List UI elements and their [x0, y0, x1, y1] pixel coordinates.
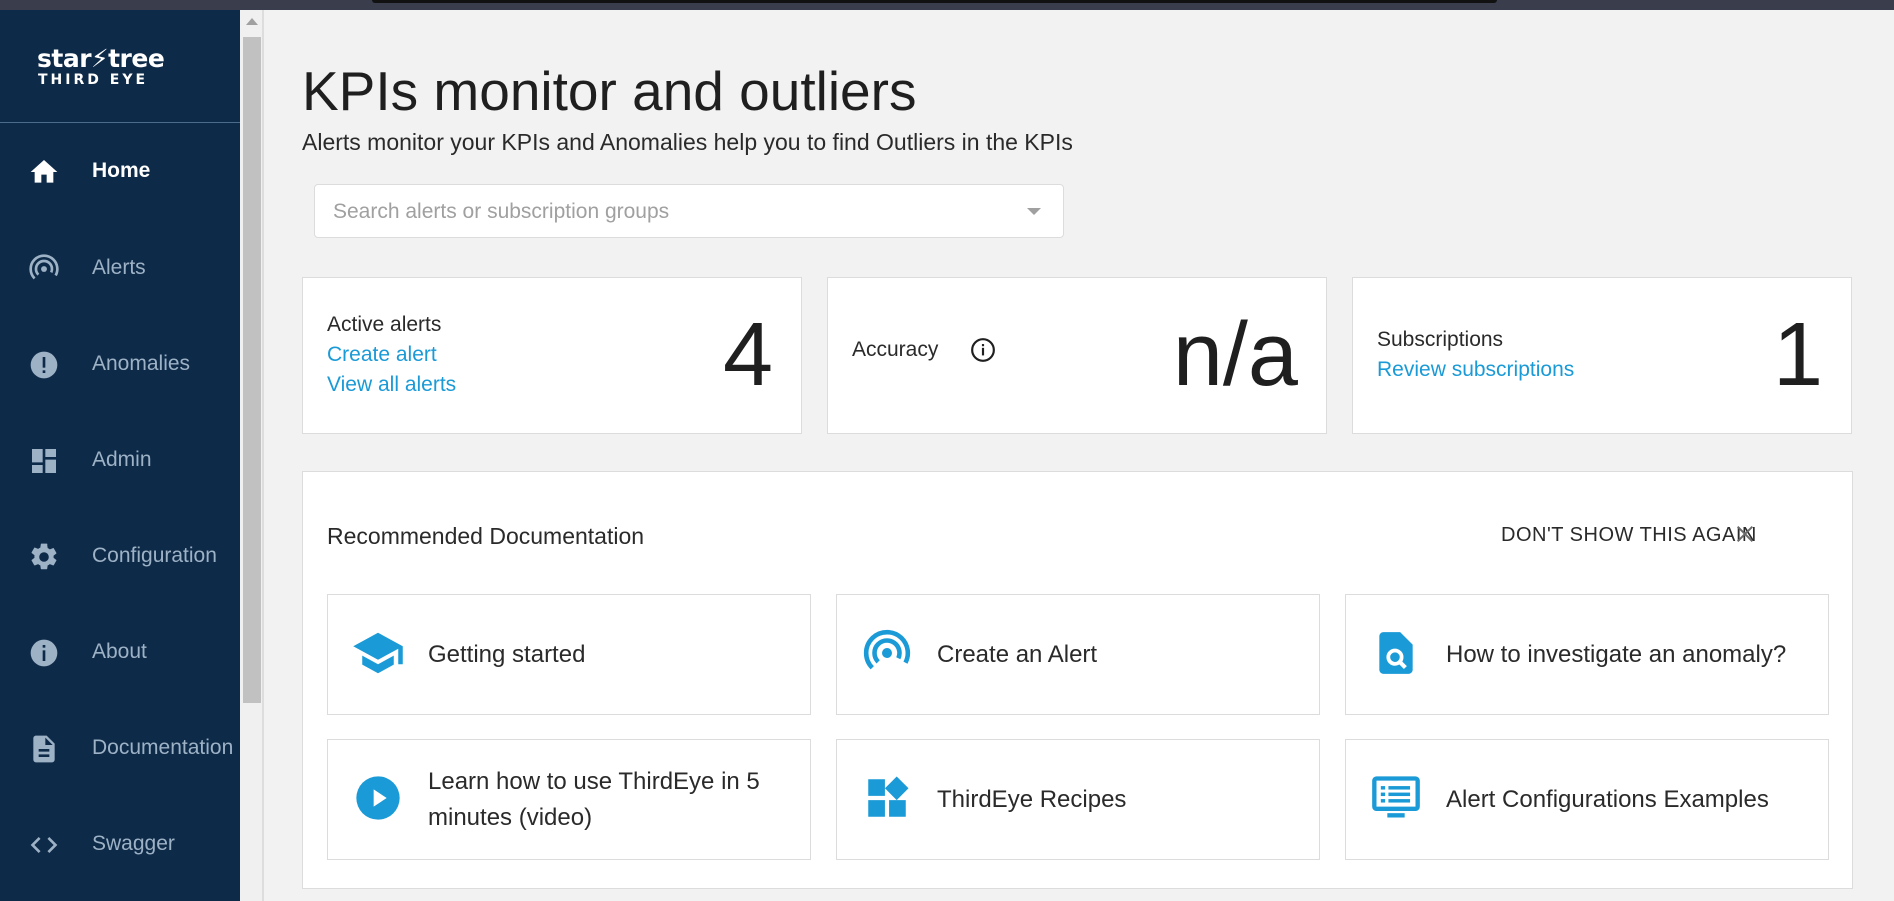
home-icon	[28, 156, 60, 188]
play-circle-icon	[350, 770, 406, 826]
doc-card-label: Getting started	[428, 640, 586, 668]
sidebar-item-home[interactable]: Home	[0, 140, 240, 200]
info-icon	[28, 637, 60, 669]
admin-icon	[28, 445, 60, 477]
doc-card-investigate-anomaly[interactable]: How to investigate an anomaly?	[1345, 594, 1829, 715]
sidebar-item-label: Swagger	[92, 832, 175, 855]
docs-title: Recommended Documentation	[327, 523, 645, 549]
doc-card-alert-config-examples[interactable]: Alert Configurations Examples	[1345, 739, 1829, 860]
sidebar-item-label: About	[92, 640, 147, 663]
doc-card-label: How to investigate an anomaly?	[1446, 640, 1787, 668]
page-subtitle: Alerts monitor your KPIs and Anomalies h…	[302, 129, 1073, 155]
document-icon	[28, 733, 60, 765]
browser-top-bar-inner	[372, 0, 1497, 3]
monitor-list-icon	[1368, 770, 1424, 826]
graduation-cap-icon	[350, 625, 406, 681]
accuracy-card: Accuracy n/a	[827, 277, 1327, 434]
sidebar-item-documentation[interactable]: Documentation	[0, 717, 240, 777]
widgets-icon	[859, 770, 915, 826]
scrollbar-thumb[interactable]	[243, 37, 261, 703]
code-icon	[28, 829, 60, 861]
doc-card-label: ThirdEye Recipes	[937, 785, 1127, 813]
create-alert-link[interactable]: Create alert	[327, 343, 437, 367]
active-alerts-card: Active alerts Create alert View all aler…	[302, 277, 802, 434]
sidebar-item-configuration[interactable]: Configuration	[0, 525, 240, 585]
search-select[interactable]	[314, 184, 1064, 238]
review-subscriptions-link[interactable]: Review subscriptions	[1377, 358, 1574, 382]
subscriptions-count: 1	[1772, 305, 1823, 405]
sidebar-scrollbar[interactable]	[240, 10, 264, 901]
subscriptions-label: Subscriptions	[1377, 328, 1504, 351]
sidebar-item-label: Admin	[92, 448, 152, 471]
close-icon[interactable]	[1729, 518, 1761, 550]
sidebar-item-alerts[interactable]: Alerts	[0, 237, 240, 297]
sidebar-item-anomalies[interactable]: Anomalies	[0, 333, 240, 393]
scroll-up-arrow-icon[interactable]	[246, 18, 258, 25]
doc-card-video-tutorial[interactable]: Learn how to use ThirdEye in 5 minutes (…	[327, 739, 811, 860]
sidebar-item-admin[interactable]: Admin	[0, 429, 240, 489]
sidebar-item-label: Configuration	[92, 544, 217, 567]
view-all-alerts-link[interactable]: View all alerts	[327, 373, 456, 397]
logo[interactable]: star⚡tree THIRD EYE	[0, 10, 240, 123]
page-title: KPIs monitor and outliers	[302, 60, 917, 122]
gear-icon	[28, 541, 60, 573]
doc-card-label: Create an Alert	[937, 640, 1098, 668]
search-input[interactable]	[331, 197, 1015, 227]
dont-show-again-button[interactable]: DON'T SHOW THIS AGAIN	[1501, 524, 1757, 547]
subscriptions-card: Subscriptions Review subscriptions 1	[1352, 277, 1852, 434]
document-search-icon	[1368, 625, 1424, 681]
main-content: KPIs monitor and outliers Alerts monitor…	[264, 10, 1894, 901]
browser-top-bar	[0, 0, 1894, 10]
accuracy-value: n/a	[1172, 305, 1298, 405]
anomalies-icon	[28, 349, 60, 381]
info-icon[interactable]	[970, 337, 996, 363]
active-alerts-count: 4	[722, 305, 773, 405]
active-alerts-label: Active alerts	[327, 313, 442, 336]
accuracy-label: Accuracy	[852, 338, 939, 361]
doc-card-create-alert[interactable]: Create an Alert	[836, 594, 1320, 715]
recommended-documentation-panel: Recommended Documentation DON'T SHOW THI…	[302, 471, 1853, 889]
sidebar-item-label: Anomalies	[92, 352, 191, 375]
logo-wordmark: star⚡tree	[37, 44, 165, 73]
doc-card-getting-started[interactable]: Getting started	[327, 594, 811, 715]
logo-product-name: THIRD EYE	[38, 72, 149, 88]
sidebar: star⚡tree THIRD EYE Home Alerts Anomalie…	[0, 10, 240, 901]
sidebar-item-label: Home	[92, 159, 151, 182]
doc-card-label: Alert Configurations Examples	[1446, 785, 1769, 813]
sidebar-item-label: Alerts	[92, 256, 146, 279]
doc-card-recipes[interactable]: ThirdEye Recipes	[836, 739, 1320, 860]
chevron-down-icon[interactable]	[1027, 208, 1041, 215]
sidebar-item-swagger[interactable]: Swagger	[0, 813, 240, 873]
alerts-icon	[28, 253, 60, 285]
sidebar-item-about[interactable]: About	[0, 621, 240, 681]
doc-card-label: Learn how to use ThirdEye in 5 minutes (…	[428, 767, 760, 831]
alert-broadcast-icon	[859, 625, 915, 681]
sidebar-item-label: Documentation	[92, 736, 234, 759]
